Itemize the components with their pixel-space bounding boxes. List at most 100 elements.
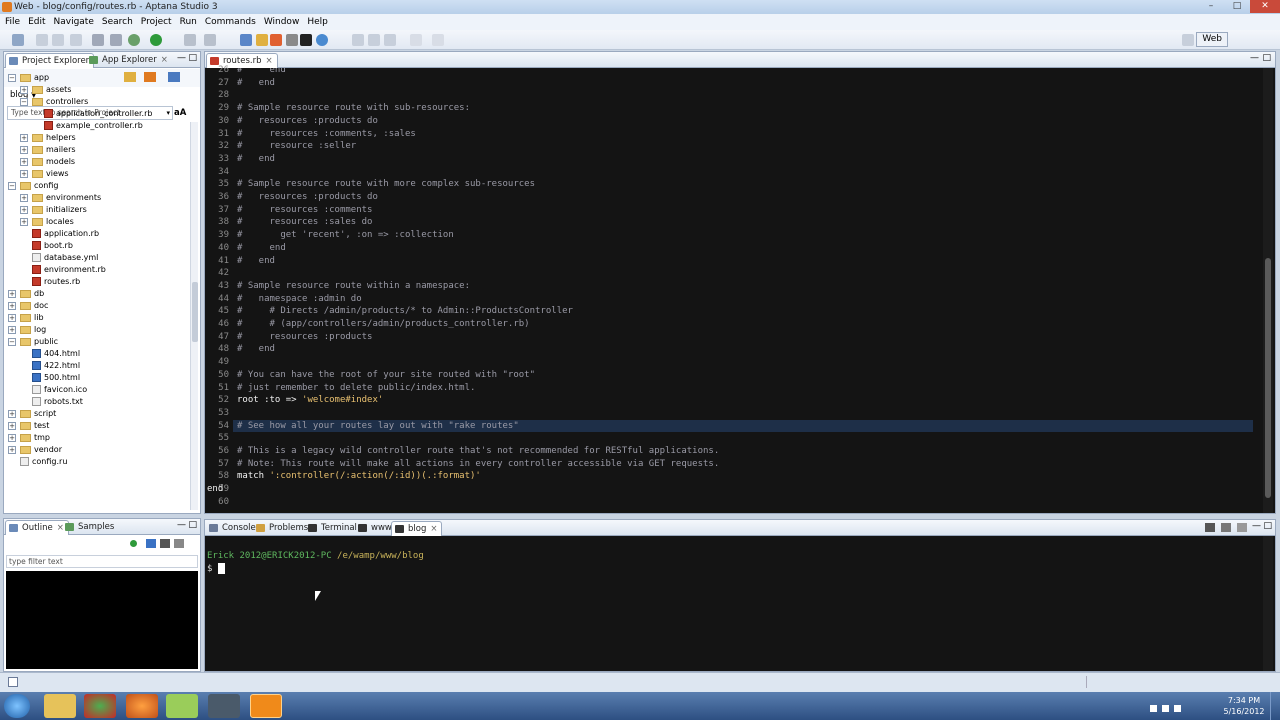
minimize-view-icon[interactable]: — — [177, 53, 186, 63]
display-selected-icon[interactable] — [1237, 523, 1247, 532]
back-icon[interactable] — [410, 34, 422, 46]
expand-icon[interactable]: + — [8, 445, 16, 454]
image-icon[interactable] — [286, 34, 298, 46]
outline-filter-field[interactable]: type filter text — [6, 555, 198, 568]
tree-item[interactable]: + mailers — [20, 144, 76, 156]
tab-terminal[interactable]: Terminal — [305, 521, 361, 536]
tab-outline[interactable]: Outline × — [5, 520, 69, 535]
tree-item[interactable]: config.ru — [20, 456, 67, 468]
menu-project[interactable]: Project — [136, 14, 175, 30]
code-line[interactable]: # end — [237, 68, 286, 77]
tab-blog[interactable]: blog × — [391, 521, 443, 536]
tree-item[interactable]: + helpers — [20, 132, 76, 144]
close-tab-icon[interactable]: × — [161, 55, 168, 65]
code-line[interactable]: # # (app/controllers/admin/products_cont… — [237, 318, 530, 331]
close-tab-icon[interactable]: × — [430, 524, 437, 534]
close-button[interactable]: ✕ — [1250, 0, 1280, 13]
terminal-input-line[interactable]: $ — [207, 563, 225, 576]
tree-item[interactable]: − config — [8, 180, 58, 192]
minimize-view-icon[interactable]: — — [1252, 521, 1261, 531]
tree-item[interactable]: + vendor — [8, 444, 62, 456]
expand-icon[interactable]: + — [20, 217, 28, 226]
tab-app-explorer[interactable]: App Explorer × — [86, 53, 172, 68]
code-line[interactable]: # You can have the root of your site rou… — [237, 369, 535, 382]
expand-icon[interactable]: + — [20, 205, 28, 214]
menu-edit[interactable]: Edit — [23, 14, 48, 30]
collapse-icon[interactable]: − — [8, 73, 16, 82]
clock[interactable]: 7:34 PM 5/16/2012 — [1222, 695, 1266, 717]
collapse-icon[interactable]: − — [8, 181, 16, 190]
tree-item[interactable]: + initializers — [20, 204, 87, 216]
menu-navigate[interactable]: Navigate — [49, 14, 97, 30]
tab-samples[interactable]: Samples — [62, 520, 118, 535]
code-line[interactable]: # just remember to delete public/index.h… — [237, 382, 475, 395]
menu-run[interactable]: Run — [175, 14, 200, 30]
publish-icon[interactable] — [110, 34, 122, 46]
tree-item[interactable]: − app — [8, 72, 49, 84]
code-line[interactable]: # resources :products — [237, 331, 372, 344]
minimize-editor-icon[interactable]: — — [1250, 53, 1259, 63]
tree-item[interactable]: + script — [8, 408, 56, 420]
layout-icon[interactable] — [240, 34, 252, 46]
expand-icon[interactable]: + — [20, 169, 28, 178]
system-tray[interactable] — [1150, 702, 1220, 712]
grid-icon[interactable] — [256, 34, 268, 46]
tree-item[interactable]: + doc — [8, 300, 48, 312]
deploy-icon[interactable] — [92, 34, 104, 46]
terminal-scrollbar[interactable] — [1263, 536, 1273, 671]
tree-item[interactable]: 500.html — [32, 372, 80, 384]
volume-icon[interactable] — [1174, 705, 1181, 712]
collapse-icon[interactable]: − — [20, 97, 28, 106]
tree-item[interactable]: example_controller.rb — [44, 120, 143, 132]
menu-file[interactable]: File — [0, 14, 23, 30]
code-line[interactable]: end — [207, 483, 223, 496]
editor-scrollbar[interactable] — [1263, 68, 1273, 513]
menu-commands[interactable]: Commands — [200, 14, 259, 30]
tree-item[interactable]: application_controller.rb — [44, 108, 152, 120]
print-icon[interactable] — [70, 34, 82, 46]
expand-icon[interactable]: + — [8, 409, 16, 418]
maximize-editor-icon[interactable]: □ — [1262, 53, 1271, 63]
code-line[interactable]: # end — [237, 343, 275, 356]
close-tab-icon[interactable]: × — [265, 56, 272, 66]
save-all-icon[interactable] — [52, 34, 64, 46]
tree-item[interactable]: + test — [8, 420, 49, 432]
aptana-taskbar-icon[interactable] — [250, 694, 282, 718]
expand-icon[interactable]: + — [20, 145, 28, 154]
chrome-taskbar-icon[interactable] — [84, 694, 116, 718]
expand-icon[interactable]: + — [8, 301, 16, 310]
maximize-view-icon[interactable]: □ — [188, 520, 197, 530]
run-icon[interactable] — [150, 34, 162, 46]
html-icon[interactable] — [270, 34, 282, 46]
menu-help[interactable]: Help — [302, 14, 331, 30]
tree-item[interactable]: + assets — [20, 84, 71, 96]
code-line[interactable]: # Note: This route will make all actions… — [237, 458, 719, 471]
code-line[interactable]: root :to => 'welcome#index' — [237, 394, 383, 407]
console-icon[interactable] — [300, 34, 312, 46]
code-area[interactable]: # end # end # Sample resource route with s… — [205, 68, 1275, 513]
expand-icon[interactable]: + — [8, 289, 16, 298]
code-line[interactable]: # resources :products do — [237, 191, 378, 204]
debug-icon[interactable] — [128, 34, 140, 46]
expand-icon[interactable]: + — [20, 133, 28, 142]
tree-item[interactable]: 422.html — [32, 360, 80, 372]
tree-item[interactable]: − public — [8, 336, 58, 348]
tree-item[interactable]: robots.txt — [32, 396, 83, 408]
tree-item[interactable]: application.rb — [32, 228, 99, 240]
tree-item[interactable]: boot.rb — [32, 240, 73, 252]
collapse-all-icon[interactable] — [146, 539, 156, 548]
outline-toggle-icon[interactable] — [368, 34, 380, 46]
external-tools-icon[interactable] — [204, 34, 216, 46]
tree-item[interactable]: routes.rb — [32, 276, 80, 288]
code-line[interactable]: # Sample resource route with sub-resourc… — [237, 102, 470, 115]
code-line[interactable]: # end — [237, 242, 286, 255]
start-button[interactable] — [4, 694, 30, 718]
code-line[interactable]: # Sample resource route with more comple… — [237, 178, 535, 191]
code-line[interactable]: # end — [237, 153, 275, 166]
save-icon[interactable] — [36, 34, 48, 46]
maximize-view-icon[interactable]: □ — [188, 53, 197, 63]
minimize-button[interactable]: – — [1198, 0, 1224, 13]
perspective-web-button[interactable]: Web — [1196, 32, 1228, 47]
expand-icon[interactable]: + — [8, 325, 16, 334]
browser-icon[interactable] — [316, 34, 328, 46]
